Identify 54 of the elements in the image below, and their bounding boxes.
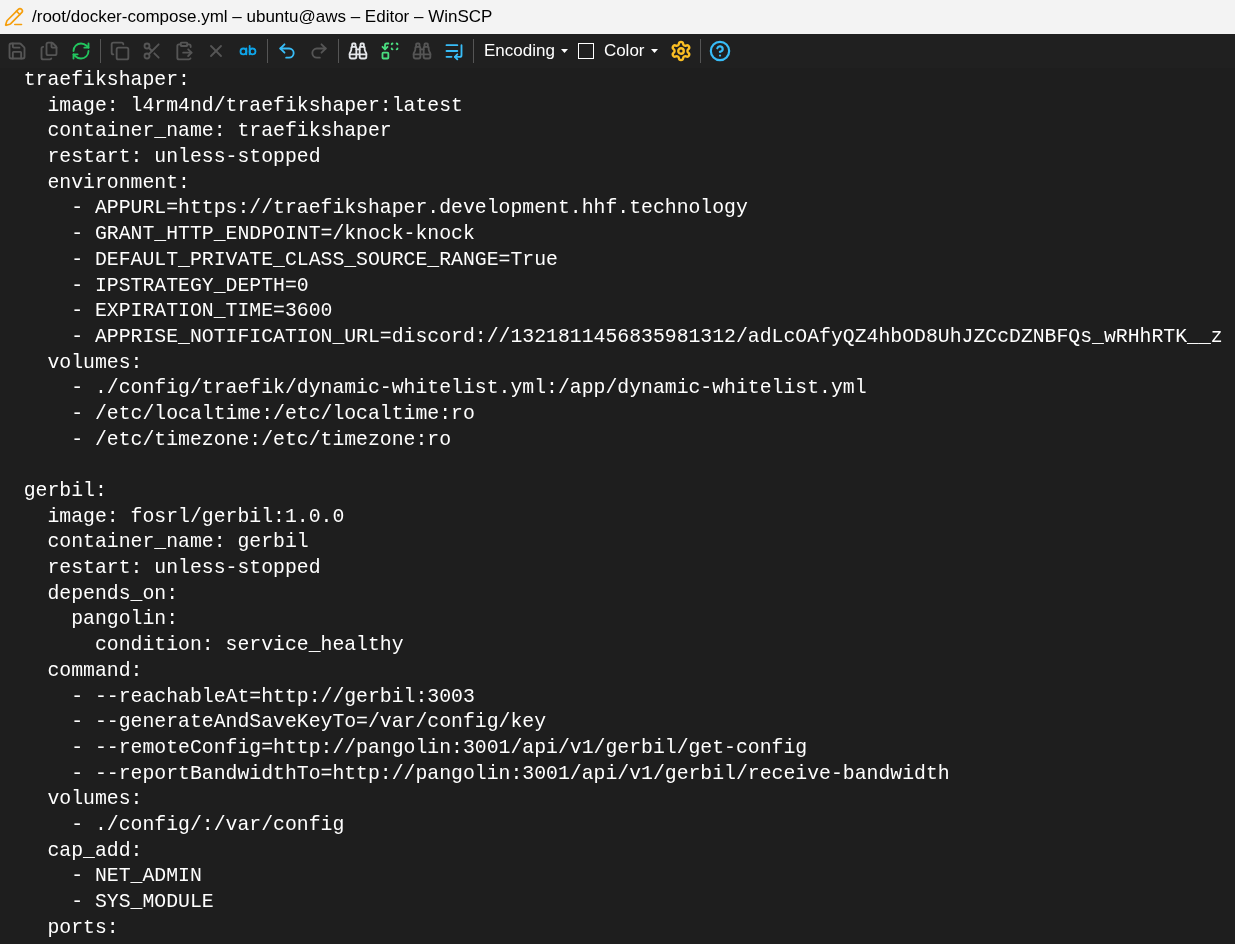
code-line: - /etc/timezone:/etc/timezone:ro <box>70 427 453 453</box>
code-line: - --reportBandwidthTo=http://pangolin:3001/api/v1/gerbil/receive-bandwidth <box>70 761 951 787</box>
code-line: pangolin: <box>70 607 180 633</box>
code-line: ports: <box>46 915 120 941</box>
encoding-dropdown[interactable]: Encoding <box>480 38 572 64</box>
go-to-line-icon <box>444 41 464 61</box>
code-line: - ./config/traefik/dynamic-whitelist.yml:/app/dynamic-whitelist.yml <box>70 376 868 402</box>
copy-icon <box>110 41 130 61</box>
paste-icon <box>174 41 194 61</box>
binoculars-icon <box>412 41 432 61</box>
code-line: - /etc/localtime:/etc/localtime:ro <box>70 401 476 427</box>
code-line: traefikshaper: <box>22 68 191 93</box>
code-line: - APPURL=https://traefikshaper.development.hhf.technology <box>70 196 749 222</box>
code-line: depends_on: <box>46 581 180 607</box>
code-line: condition: service_healthy <box>93 633 405 659</box>
code-line: container_name: gerbil <box>46 530 310 556</box>
code-line: environment: <box>46 170 191 196</box>
scissors-icon <box>142 41 162 61</box>
save-all-icon <box>39 41 59 61</box>
code-line: - IPSTRATEGY_DEPTH=0 <box>70 273 310 299</box>
color-checkbox[interactable] <box>577 43 594 59</box>
code-line: image: fosrl/gerbil:1.0.0 <box>46 504 346 530</box>
binoculars-icon <box>348 41 368 61</box>
code-line: command: <box>46 658 144 684</box>
editor-icon <box>4 7 24 27</box>
code-line: - SYS_MODULE <box>70 890 215 915</box>
code-line: - GRANT_HTTP_ENDPOINT=/knock-knock <box>70 222 476 248</box>
code-line: - ./config/:/var/config <box>70 812 346 838</box>
caret-icon <box>650 49 658 53</box>
code-line: container_name: traefikshaper <box>46 119 393 145</box>
code-line: - --remoteConfig=http://pangolin:3001/api/v1/gerbil/get-config <box>70 735 809 761</box>
code-line: - --reachableAt=http://gerbil:3003 <box>70 684 476 710</box>
undo-icon <box>277 41 297 61</box>
replace-icon <box>380 41 400 61</box>
code-line: - APPRISE_NOTIFICATION_URL=discord://1321811456835981312/adLcOAfyQZ4hbOD8UhJZCcDZNBFQs_wRHhRTK__z <box>70 324 1224 350</box>
help-icon <box>708 40 731 62</box>
window-title: /root/docker-compose.yml – ubuntu@aws – Editor – WinSCP <box>32 6 493 29</box>
code-line: - NET_ADMIN <box>70 864 203 890</box>
code-line: - EXPIRATION_TIME=3600 <box>70 299 334 325</box>
code-line: volumes: <box>46 350 144 376</box>
settings-icon <box>669 40 692 62</box>
code-line: - DEFAULT_PRIVATE_CLASS_SOURCE_RANGE=True <box>70 247 559 273</box>
code-line: cap_add: <box>46 838 144 864</box>
color-dropdown[interactable]: Color <box>599 38 662 64</box>
code-line: restart: unless-stopped <box>46 145 322 171</box>
redo-icon <box>309 41 329 61</box>
code-line: image: l4rm4nd/traefikshaper:latest <box>46 93 464 119</box>
code-line: restart: unless-stopped <box>46 556 322 582</box>
reload-icon <box>71 41 91 61</box>
code-line: volumes: <box>46 787 144 813</box>
code-line: - --generateAndSaveKeyTo=/var/config/key <box>70 710 548 736</box>
caret-icon <box>560 49 568 53</box>
save-icon <box>7 41 27 61</box>
code-line: gerbil: <box>22 479 108 504</box>
